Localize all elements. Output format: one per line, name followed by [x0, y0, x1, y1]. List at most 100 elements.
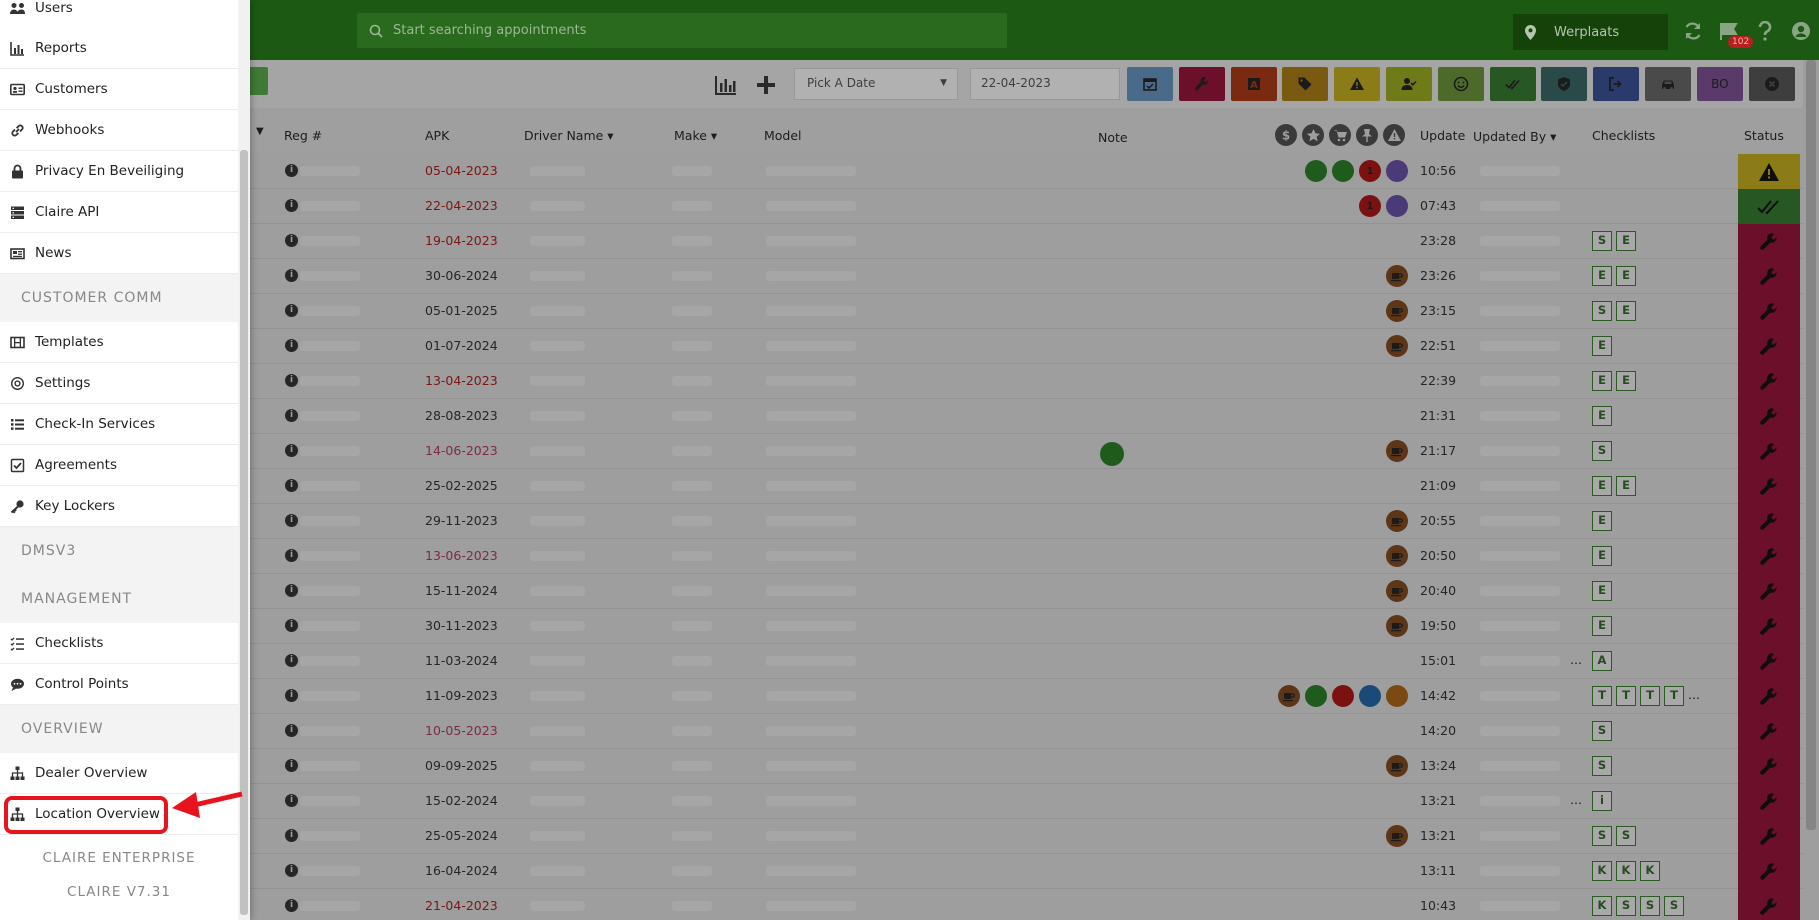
checklist-chip[interactable]: S [1592, 441, 1612, 461]
col-checklists[interactable]: Checklists [1592, 128, 1655, 143]
sidebar-item-claire-api[interactable]: Claire API [0, 192, 238, 233]
sidebar-item-webhooks[interactable]: Webhooks [0, 110, 238, 151]
status-wrench[interactable] [1738, 749, 1800, 784]
status-wrench[interactable] [1738, 224, 1800, 259]
checklist-chip[interactable]: S [1592, 231, 1612, 251]
filter-button-wrench[interactable] [1178, 67, 1225, 101]
pin-icon[interactable] [1356, 124, 1378, 146]
cart-icon[interactable] [1329, 124, 1351, 146]
filter-button-user-check[interactable] [1386, 67, 1432, 101]
status-wrench[interactable] [1738, 784, 1800, 819]
checklist-chip[interactable]: S [1592, 756, 1612, 776]
info-icon[interactable]: i [285, 689, 298, 702]
table-row[interactable]: i 10-05-2023 14:20 S [0, 714, 1819, 749]
col-status[interactable]: Status [1744, 128, 1784, 143]
info-icon[interactable]: i [285, 549, 298, 562]
table-row[interactable]: i 30-11-2023 19:50 E [0, 609, 1819, 644]
table-row[interactable]: i 15-11-2024 20:40 E [0, 574, 1819, 609]
status-wrench[interactable] [1738, 714, 1800, 749]
info-icon[interactable]: i [285, 199, 298, 212]
chart-icon[interactable] [714, 74, 738, 96]
table-row[interactable]: i 13-04-2023 22:39 E E [0, 364, 1819, 399]
checklist-chip[interactable]: E [1616, 301, 1636, 321]
sidebar-item-privacy-en-beveiliging[interactable]: Privacy En Beveiliging [0, 151, 238, 192]
status-warning[interactable] [1738, 154, 1800, 189]
table-row[interactable]: i 09-09-2025 13:24 S [0, 749, 1819, 784]
checklist-chip[interactable]: K [1616, 861, 1636, 881]
checklist-chip[interactable]: S [1616, 896, 1636, 916]
filter-button-double-check[interactable] [1489, 67, 1536, 101]
info-icon[interactable]: i [285, 829, 298, 842]
checklist-chip[interactable]: E [1616, 266, 1636, 286]
refresh-icon[interactable] [1680, 18, 1706, 44]
table-row[interactable]: i 16-04-2024 13:11 K K K [0, 854, 1819, 889]
checklist-chip[interactable]: S [1664, 896, 1684, 916]
col-updated-by[interactable]: Updated By ▾ [1473, 129, 1556, 144]
info-icon[interactable]: i [285, 269, 298, 282]
date-picker-dropdown[interactable]: Pick A Date ▼ [794, 68, 958, 100]
status-wrench[interactable] [1738, 399, 1800, 434]
filter-button-smile[interactable] [1437, 67, 1484, 101]
checklist-chip[interactable]: E [1616, 476, 1636, 496]
info-icon[interactable]: i [285, 619, 298, 632]
status-wrench[interactable] [1738, 574, 1800, 609]
info-icon[interactable]: i [285, 339, 298, 352]
status-wrench[interactable] [1738, 329, 1800, 364]
table-row[interactable]: i 05-01-2025 23:15 S E [0, 294, 1819, 329]
checklist-chip[interactable]: K [1592, 861, 1612, 881]
table-row[interactable]: i 29-11-2023 20:55 E [0, 504, 1819, 539]
info-icon[interactable]: i [285, 444, 298, 457]
checklist-chip[interactable]: A [1592, 651, 1612, 671]
checklist-chip[interactable]: K [1640, 861, 1660, 881]
account-icon[interactable] [1788, 18, 1814, 44]
checklist-chip[interactable]: T [1640, 686, 1660, 706]
info-icon[interactable]: i [285, 654, 298, 667]
table-row[interactable]: i 30-06-2024 23:26 E E [0, 259, 1819, 294]
col-reg[interactable]: Reg # [284, 128, 322, 143]
checklist-chip[interactable]: E [1592, 371, 1612, 391]
checklist-chip[interactable]: T [1664, 686, 1684, 706]
checklist-chip[interactable]: S [1592, 301, 1612, 321]
status-wrench[interactable] [1738, 889, 1800, 920]
checklist-chip[interactable]: i [1592, 791, 1612, 811]
col-model[interactable]: Model [764, 128, 802, 143]
status-wrench[interactable] [1738, 609, 1800, 644]
checklist-chip[interactable]: E [1616, 231, 1636, 251]
checklist-chip[interactable]: E [1592, 511, 1612, 531]
filter-button-calendar-check[interactable] [1127, 67, 1173, 101]
col-update[interactable]: Update [1420, 128, 1465, 143]
table-row[interactable]: i 19-04-2023 23:28 S E [0, 224, 1819, 259]
status-wrench[interactable] [1738, 679, 1800, 714]
status-wrench[interactable] [1738, 854, 1800, 889]
checklist-chip[interactable]: S [1592, 826, 1612, 846]
table-row[interactable]: i 15-02-2024 13:21 … i [0, 784, 1819, 819]
info-icon[interactable]: i [285, 514, 298, 527]
checklist-chip[interactable]: E [1592, 266, 1612, 286]
sidebar-item-reports[interactable]: Reports [0, 28, 238, 69]
warning-icon[interactable] [1383, 124, 1405, 146]
sidebar-item-templates[interactable]: Templates [0, 322, 238, 363]
checklist-chip[interactable]: S [1640, 896, 1660, 916]
sidebar-item-check-in-services[interactable]: Check-In Services [0, 404, 238, 445]
table-row[interactable]: i 25-05-2024 13:21 S S [0, 819, 1819, 854]
table-row[interactable]: i 11-03-2024 15:01 … A [0, 644, 1819, 679]
checklist-chip[interactable]: S [1616, 826, 1636, 846]
status-done[interactable] [1738, 189, 1800, 224]
table-row[interactable]: i 21-04-2023 10:43 K S S S [0, 889, 1819, 920]
filter-button-tag[interactable] [1282, 67, 1329, 101]
checklist-chip[interactable]: T [1592, 686, 1612, 706]
table-row[interactable]: i 05-04-2023 1 10:56 [0, 154, 1819, 189]
info-icon[interactable]: i [285, 724, 298, 737]
table-row[interactable]: i 13-06-2023 20:50 E [0, 539, 1819, 574]
info-icon[interactable]: i [285, 794, 298, 807]
status-wrench[interactable] [1738, 434, 1800, 469]
status-wrench[interactable] [1738, 504, 1800, 539]
checklist-chip[interactable]: E [1592, 406, 1612, 426]
info-icon[interactable]: i [285, 759, 298, 772]
info-icon[interactable]: i [285, 584, 298, 597]
table-scrollbar-thumb[interactable] [1806, 60, 1816, 830]
filter-button-bo[interactable]: BO [1696, 67, 1743, 101]
status-wrench[interactable] [1738, 539, 1800, 574]
table-row[interactable]: i 11-09-2023 14:42 T T T T… [0, 679, 1819, 714]
checklist-chip[interactable]: S [1592, 721, 1612, 741]
